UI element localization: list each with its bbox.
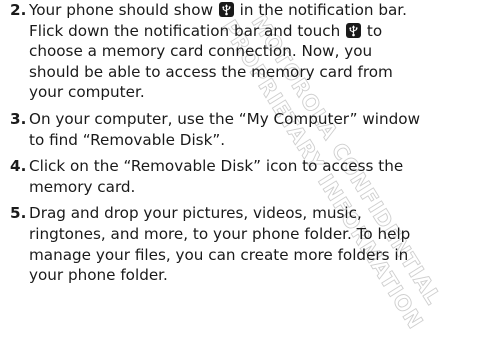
step-3: 3. On your computer, use the “My Compute… [10, 109, 484, 150]
step-text: Your phone should show [29, 1, 218, 19]
step-4: 4. Click on the “Removable Disk” icon to… [10, 156, 484, 197]
manual-page: MOTOROLA CONFIDENTIAL PROPRIETARY INFORM… [0, 0, 487, 338]
step-text: Flick down the notification bar and touc… [29, 21, 346, 40]
step-2: 2. Your phone should show in the notific… [10, 0, 484, 103]
instruction-steps: 2. Your phone should show in the notific… [10, 0, 484, 286]
step-text-line: manage your files, you can create more f… [29, 245, 409, 264]
step-number: 5. [10, 204, 27, 223]
step-text-line: to find “Removable Disk”. [29, 130, 226, 149]
step-text-line: should be able to access the memory card… [29, 62, 393, 81]
step-text-line: Click on the “Removable Disk” icon to ac… [29, 157, 404, 176]
step-text-line: Flick down the notification bar and touc… [29, 21, 484, 42]
step-number: 2. [10, 1, 27, 19]
step-text-line: your phone folder. [29, 266, 168, 285]
step-text-line: On your computer, use the “My Computer” … [29, 109, 420, 128]
step-text: to [362, 21, 383, 40]
usb-icon [346, 22, 362, 38]
step-text-line: memory card. [29, 177, 136, 196]
step-text-line: choose a memory card connection. Now, yo… [29, 42, 373, 61]
step-text: in the notification bar. [234, 1, 407, 19]
step-text-line: ringtones, and more, to your phone folde… [29, 224, 411, 243]
usb-icon [218, 2, 234, 17]
step-text-line: Drag and drop your pictures, videos, mus… [29, 204, 362, 223]
step-number: 3. [10, 109, 27, 128]
step-text-line: your computer. [29, 83, 145, 102]
step-text-line: Your phone should show in the notificati… [29, 0, 484, 21]
step-5: 5. Drag and drop your pictures, videos, … [10, 203, 484, 285]
step-number: 4. [10, 157, 27, 176]
